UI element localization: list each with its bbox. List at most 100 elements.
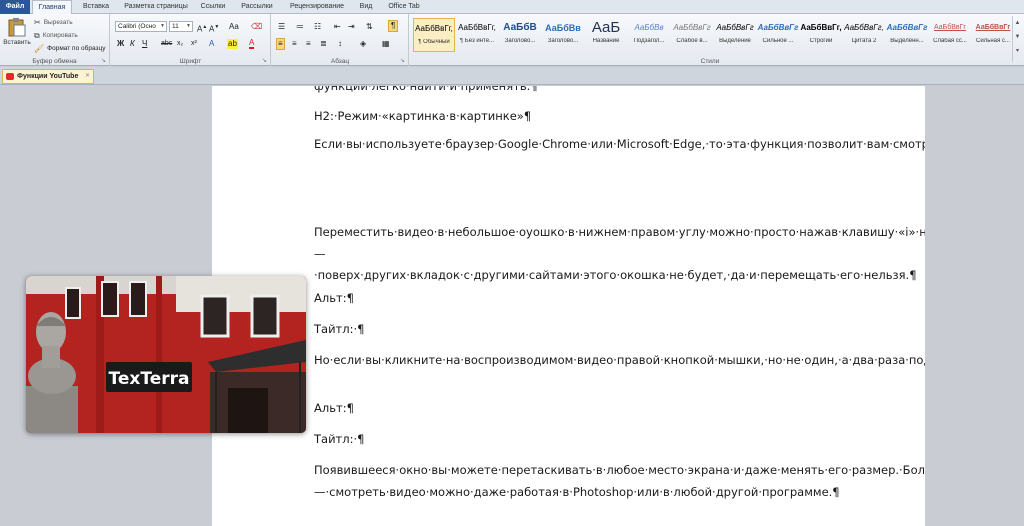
show-formatting-marks-icon[interactable]: ¶ xyxy=(388,20,399,32)
font-size-combo[interactable]: 11 ▼ xyxy=(169,21,193,32)
title-line-1: Тайтл:·¶ xyxy=(314,322,365,336)
paragraph-2: Переместить·видео·в·небольшое·оуошко·в·н… xyxy=(314,225,925,282)
align-right-icon[interactable]: ≡ xyxy=(306,39,311,49)
tab-view[interactable]: Вид xyxy=(354,0,378,14)
highlight-icon[interactable]: ab xyxy=(227,39,238,49)
document-icon xyxy=(6,73,14,80)
text-effects-icon[interactable]: A xyxy=(209,39,214,49)
style-intense-reference[interactable]: АаБбВвГг Сильная с... xyxy=(972,18,1014,52)
style-name: Заголово... xyxy=(547,38,579,44)
style-intense-quote[interactable]: АаБбВвГг Выделенн... xyxy=(886,18,928,52)
style-normal[interactable]: АаБбВвГг, ¶ Обычный xyxy=(413,18,455,52)
change-case-icon[interactable]: Aa xyxy=(229,22,239,32)
paste-button[interactable]: Вставить xyxy=(2,17,32,46)
font-group-label: Шрифт xyxy=(179,58,202,65)
tab-file[interactable]: Файл xyxy=(0,0,30,14)
style-name: Подзагол... xyxy=(633,38,665,44)
paragraph-launcher-icon[interactable]: ↘ xyxy=(400,58,406,64)
document-tab-label: Функции YouTube xyxy=(17,73,79,80)
style-name: Цитата 2 xyxy=(851,38,877,44)
style-name: Строгий xyxy=(809,38,833,44)
close-icon[interactable]: ✕ xyxy=(85,70,90,83)
font-size-value: 11 xyxy=(172,23,179,30)
tab-home[interactable]: Главная xyxy=(32,0,72,15)
document-tab[interactable]: Функции YouTube ✕ xyxy=(2,69,94,84)
font-name-combo[interactable]: Calibri (Осно ▼ xyxy=(115,21,167,32)
increase-indent-icon[interactable]: ⇥ xyxy=(348,22,355,32)
bold-icon[interactable]: Ж xyxy=(117,39,124,49)
style-no-spacing[interactable]: АаБбВвГг, ¶ Без инте... xyxy=(456,18,498,52)
tab-references[interactable]: Ссылки xyxy=(196,0,230,14)
italic-icon[interactable]: К xyxy=(130,39,135,49)
style-subtle-reference[interactable]: АаБбВвГг Слабая сс... xyxy=(929,18,971,52)
clipboard-group-label: Буфер обмена xyxy=(32,58,77,65)
style-heading-2[interactable]: АаБбВв Заголово... xyxy=(542,18,584,52)
style-name: Заголово... xyxy=(504,38,536,44)
style-preview: АаБбВвГг, xyxy=(844,23,884,32)
underline-icon[interactable]: Ч xyxy=(142,39,147,49)
font-group: Calibri (Осно ▼ 11 ▼ A▲ A▼ Aa ⌫ Ж К Ч abc … xyxy=(111,14,271,66)
align-left-icon[interactable]: ≡ xyxy=(276,38,285,50)
style-preview: АаБбВвГг, xyxy=(458,23,496,32)
ribbon: Вставить ✂ Вырезать ⧉ Копировать 🖌 Форма… xyxy=(0,14,1024,66)
format-painter-button[interactable]: 🖌 Формат по образцу xyxy=(34,44,105,53)
paintbrush-icon: 🖌 xyxy=(34,44,45,53)
justify-icon[interactable]: ≣ xyxy=(320,39,327,49)
alt-line-1: Альт:¶ xyxy=(314,291,354,305)
style-emphasis[interactable]: АаБбВвГг Выделение xyxy=(714,18,756,52)
borders-icon[interactable]: ▦ xyxy=(382,39,390,49)
font-launcher-icon[interactable]: ↘ xyxy=(262,58,268,64)
paste-icon xyxy=(8,18,26,37)
tab-office-tab[interactable]: Office Tab xyxy=(384,0,424,14)
style-name: Выделенн... xyxy=(890,38,924,44)
tab-mailings[interactable]: Рассылки xyxy=(236,0,278,14)
grow-font-icon[interactable]: A▲ xyxy=(197,22,207,35)
style-quote-2[interactable]: АаБбВвГг, Цитата 2 xyxy=(843,18,885,52)
alt-line-2: Альт:¶ xyxy=(314,401,354,415)
sort-icon[interactable]: ⇅ xyxy=(366,22,373,32)
more-icon[interactable]: ▾ xyxy=(1013,44,1022,58)
align-center-icon[interactable]: ≡ xyxy=(292,39,297,49)
style-name: Выделение xyxy=(719,38,751,44)
shrink-font-icon[interactable]: A▼ xyxy=(209,22,219,35)
style-name: Слабое в... xyxy=(676,38,708,44)
style-heading-1[interactable]: АаБбВ Заголово... xyxy=(499,18,541,52)
shading-icon[interactable]: ◈ xyxy=(360,39,366,49)
style-intense-emphasis[interactable]: АаБбВвГг Сильное ... xyxy=(757,18,799,52)
chevron-down-icon[interactable]: ▼ xyxy=(1013,30,1022,44)
cut-button[interactable]: ✂ Вырезать xyxy=(34,18,73,27)
copy-button[interactable]: ⧉ Копировать xyxy=(34,31,78,40)
clipboard-group: Вставить ✂ Вырезать ⧉ Копировать 🖌 Форма… xyxy=(0,14,110,66)
building-photo: TexTerra xyxy=(26,276,306,433)
paragraph-group-label: Абзац xyxy=(330,58,350,65)
font-color-icon[interactable]: A xyxy=(249,39,255,49)
style-title[interactable]: АаБ Название xyxy=(585,18,627,52)
strikethrough-icon[interactable]: abc xyxy=(161,39,172,49)
copy-label: Копировать xyxy=(42,32,78,39)
superscript-icon[interactable]: x² xyxy=(191,39,197,49)
subscript-icon[interactable]: x₂ xyxy=(177,39,183,49)
style-subtitle[interactable]: АаБбВв Подзагол... xyxy=(628,18,670,52)
bullets-icon[interactable]: ☰ xyxy=(278,22,285,32)
styles-scroll[interactable]: ▲ ▼ ▾ xyxy=(1012,16,1022,62)
numbering-icon[interactable]: ≔ xyxy=(296,22,304,32)
style-subtle-emphasis[interactable]: АаБбВвГг Слабое в... xyxy=(671,18,713,52)
picture-in-picture-image[interactable]: TexTerra xyxy=(26,276,306,433)
tab-insert[interactable]: Вставка xyxy=(76,0,116,14)
format-painter-label: Формат по образцу xyxy=(47,45,106,52)
clipboard-launcher-icon[interactable]: ↘ xyxy=(101,58,107,64)
sign-text: TexTerra xyxy=(109,369,190,389)
decrease-indent-icon[interactable]: ⇤ xyxy=(334,22,341,32)
multilevel-list-icon[interactable]: ☷ xyxy=(314,22,321,32)
style-strong[interactable]: АаБбВвГг, Строгий xyxy=(800,18,842,52)
clear-format-icon[interactable]: ⌫ xyxy=(251,22,262,32)
chevron-up-icon[interactable]: ▲ xyxy=(1013,16,1022,30)
tab-page-layout[interactable]: Разметка страницы xyxy=(120,0,192,14)
document-tab-strip: Функции YouTube ✕ xyxy=(0,67,1024,85)
tab-review[interactable]: Рецензирование xyxy=(284,0,350,14)
document-page[interactable]: функции·легко·найти·и·применять.¶ H2:·Ре… xyxy=(212,86,925,526)
line-spacing-icon[interactable]: ↕ xyxy=(338,39,342,49)
style-preview: АаБбВвГг xyxy=(757,23,799,32)
title-line-2: Тайтл:·¶ xyxy=(314,432,365,446)
style-preview: АаБбВ xyxy=(503,22,537,33)
